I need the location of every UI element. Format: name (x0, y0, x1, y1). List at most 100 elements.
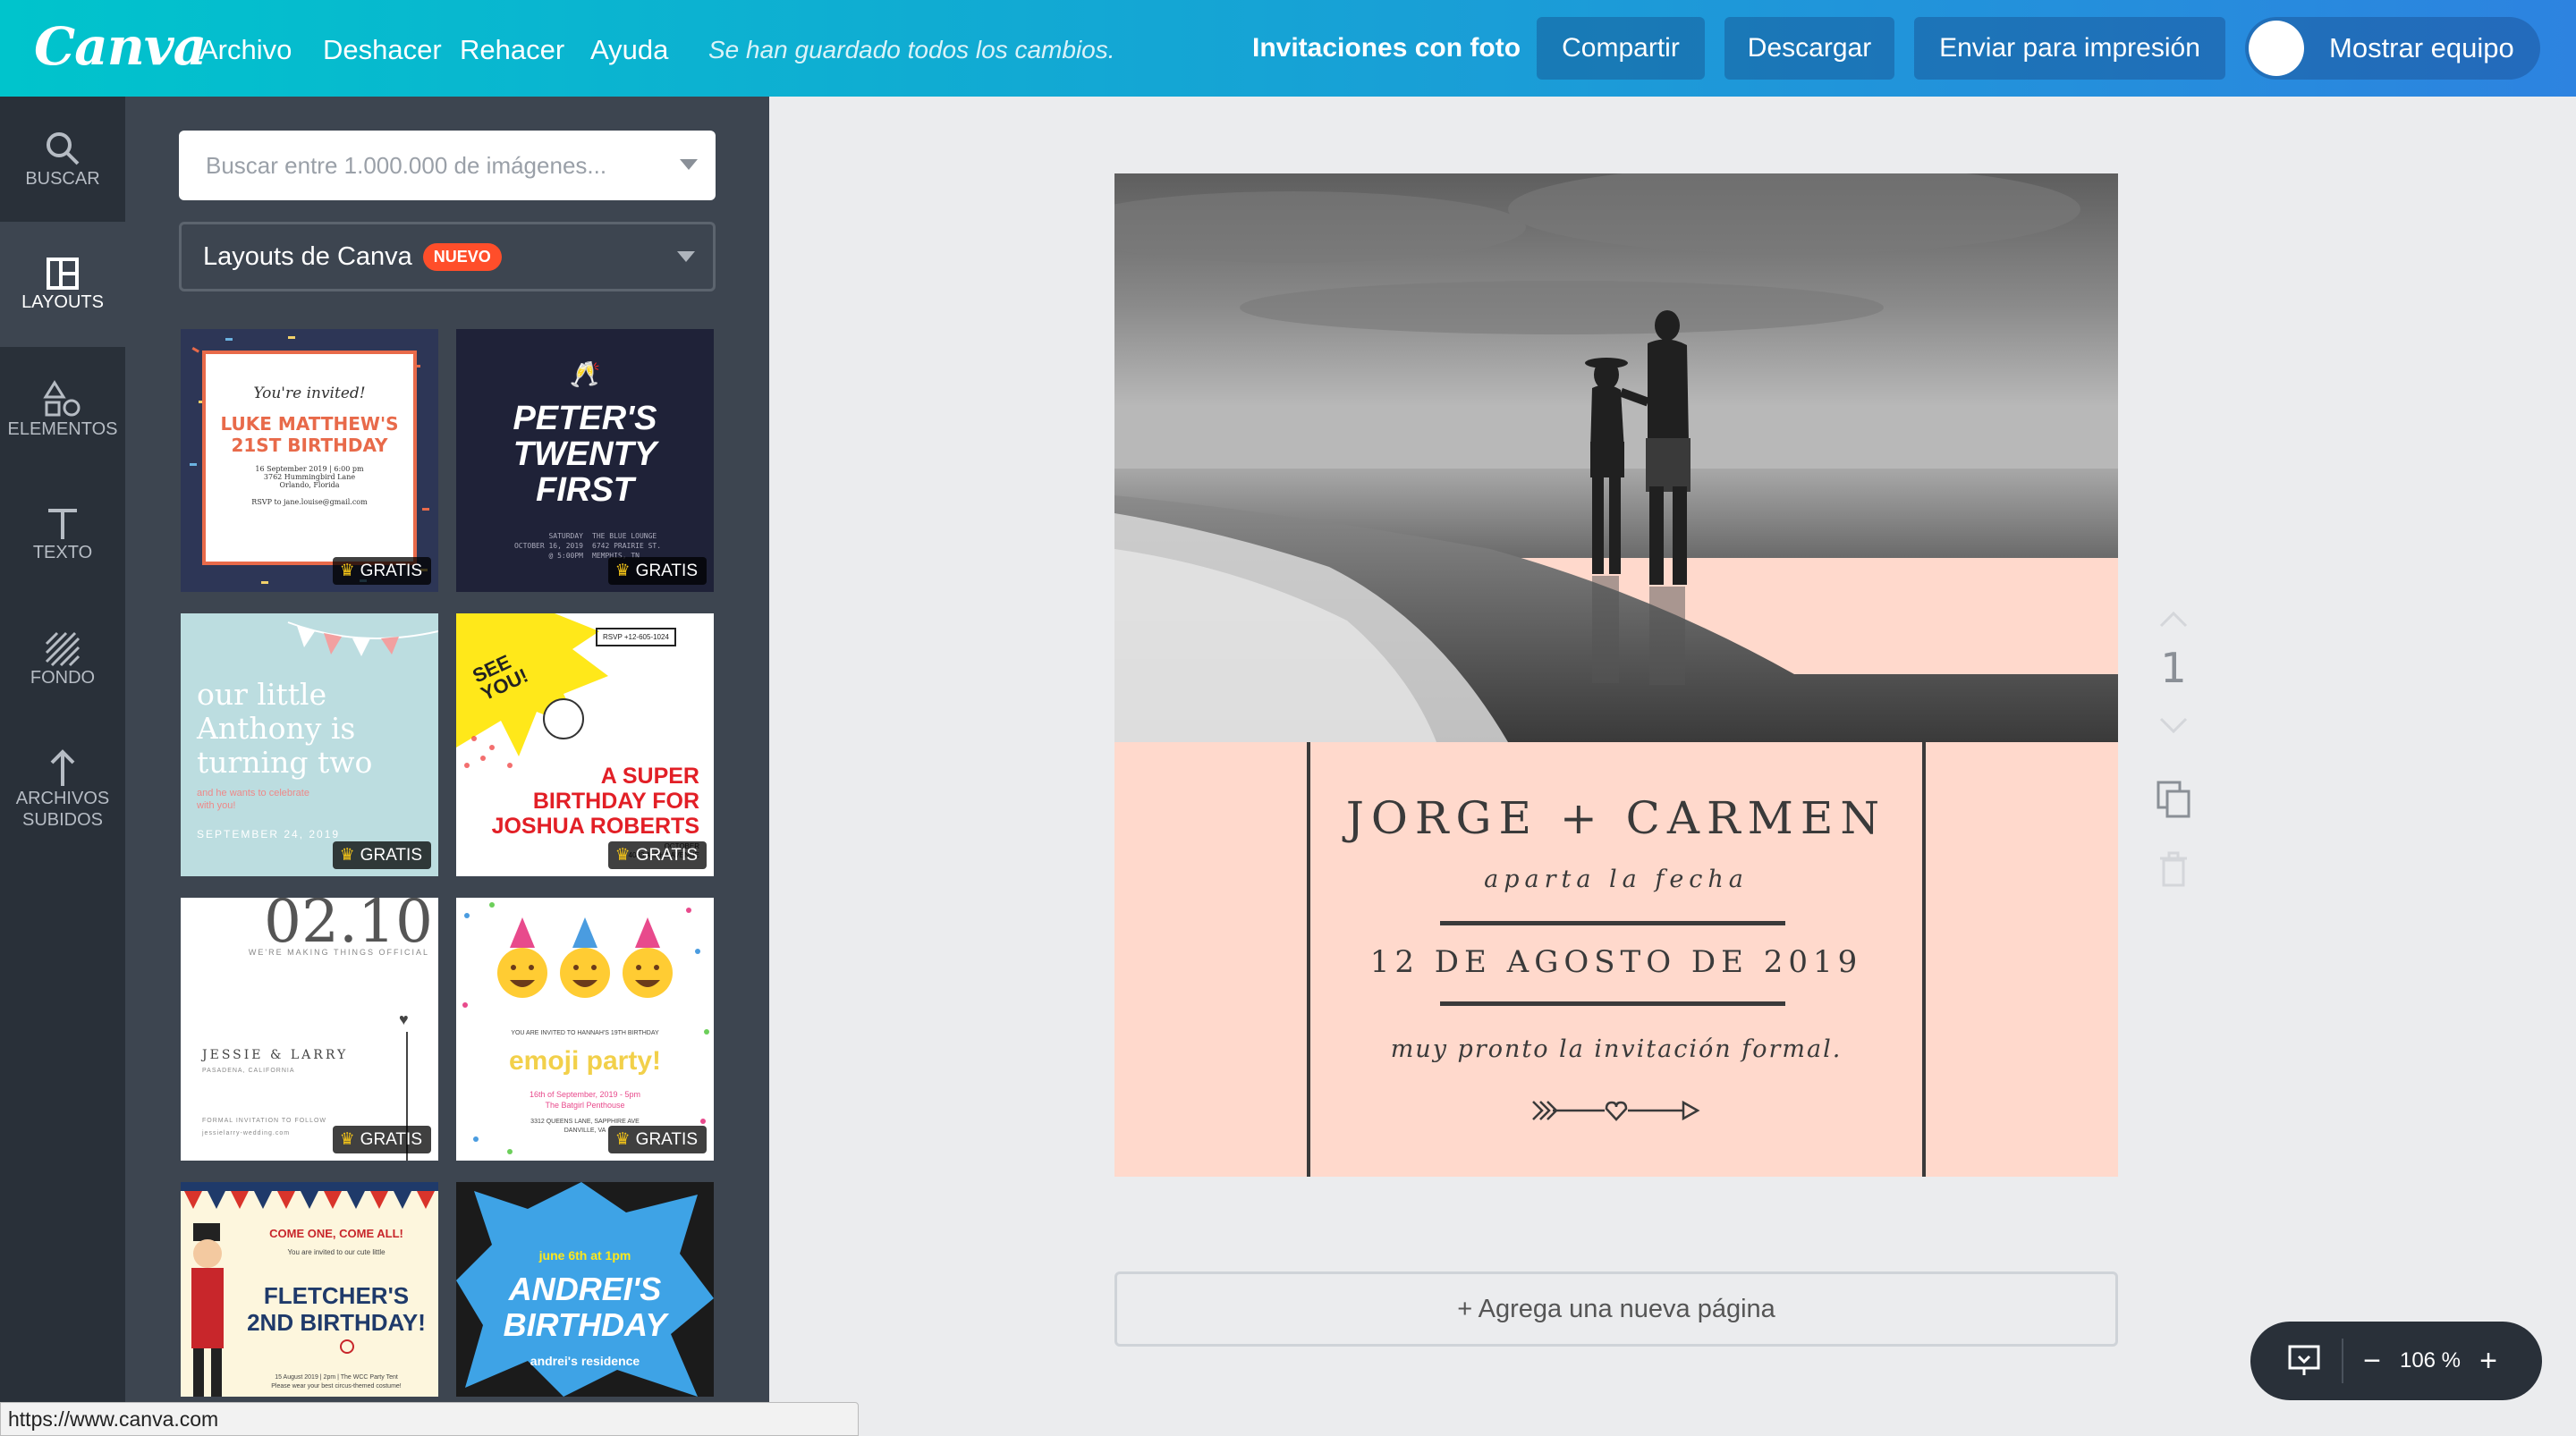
nav-texto[interactable]: TEXTO (0, 472, 125, 597)
template-fletcher-circus[interactable]: COME ONE, COME ALL! You are invited to o… (181, 1182, 438, 1397)
show-team-label: Mostrar equipo (2329, 32, 2514, 63)
delete-page-icon[interactable] (2159, 851, 2188, 887)
upload-icon (50, 749, 75, 786)
menu-deshacer[interactable]: Deshacer (323, 34, 442, 66)
text-icon (48, 509, 77, 539)
present-icon (2288, 1345, 2320, 1375)
template-text: THE BLUE LOUNGE (592, 532, 657, 540)
formal-invitation-note[interactable]: muy pronto la invitación formal. (1114, 1035, 2118, 1063)
design-page[interactable]: JORGE + CARMEN aparta la fecha 12 DE AGO… (1114, 173, 2118, 1177)
show-team-button[interactable]: Mostrar equipo (2245, 17, 2540, 80)
nav-label: ARCHIVOS SUBIDOS (15, 789, 110, 830)
template-text: A SUPER (600, 764, 699, 789)
template-text: 21ST BIRTHDAY (231, 435, 388, 456)
crown-icon: ♛ (614, 1130, 631, 1149)
template-emoji-party[interactable]: YOU ARE INVITED TO HANNAH'S 19TH BIRTHDA… (456, 898, 714, 1161)
move-page-up-icon[interactable] (2157, 610, 2190, 629)
layouts-dropdown[interactable]: Layouts de Canva NUEVO (179, 222, 716, 291)
template-anthony-turning-two[interactable]: our little Anthony is turning two and he… (181, 613, 438, 876)
template-text: TWENTY (513, 435, 657, 473)
template-text: SEPTEMBER 24, 2019 (197, 828, 341, 840)
gratis-badge: ♛ GRATIS (607, 841, 707, 869)
template-text: with you! (197, 800, 236, 811)
download-button[interactable]: Descargar (1724, 17, 1894, 80)
event-date[interactable]: 12 DE AGOSTO DE 2019 (1114, 944, 2118, 980)
couple-names[interactable]: JORGE + CARMEN (1114, 792, 2118, 844)
top-bar: Canva Archivo Deshacer Rehacer Ayuda Se … (0, 0, 2576, 97)
search-icon (47, 132, 80, 165)
beach-couple-photo[interactable] (1114, 173, 2118, 742)
gratis-badge: ♛ GRATIS (332, 1126, 431, 1153)
duplicate-page-icon[interactable] (2156, 780, 2191, 819)
separator (2342, 1339, 2343, 1383)
template-text: WE'RE MAKING THINGS OFFICIAL (248, 948, 429, 957)
gratis-badge: ♛ GRATIS (607, 557, 707, 585)
template-text: Orlando, Florida (279, 481, 340, 489)
template-text: 6742 PRAIRIE ST. (592, 542, 662, 550)
nav-archivos-subidos[interactable]: ARCHIVOS SUBIDOS (0, 722, 125, 857)
template-text: 3762 Hummingbird Lane (263, 473, 356, 481)
chevron-down-icon[interactable] (680, 159, 698, 170)
template-text: PETER'S (513, 400, 657, 437)
zoom-level[interactable]: 106 % (2390, 1348, 2470, 1373)
template-text: jessielarry-wedding.com (202, 1130, 291, 1136)
template-text: 16th of September, 2019 - 5pm (529, 1090, 641, 1099)
share-button[interactable]: Compartir (1537, 17, 1705, 80)
template-text: FORMAL INVITATION TO FOLLOW (202, 1118, 327, 1124)
gratis-badge: ♛ GRATIS (332, 841, 431, 869)
menu-ayuda[interactable]: Ayuda (590, 34, 668, 66)
document-title[interactable]: Invitaciones con foto (1252, 33, 1521, 63)
nav-label: LAYOUTS (21, 292, 104, 312)
crown-icon: ♛ (614, 562, 631, 580)
nav-label: FONDO (30, 668, 96, 688)
heart-icon: ♥ (399, 1010, 409, 1028)
search-placeholder: Buscar entre 1.000.000 de imágenes... (206, 151, 607, 179)
template-text: Please wear your best circus-themed cost… (271, 1383, 402, 1390)
template-text: FIRST (536, 471, 634, 509)
template-joshua-super-birthday[interactable]: SEE YOU! RSVP +12-605-1024 A SUPER BIRTH… (456, 613, 714, 876)
present-button[interactable] (2277, 1339, 2331, 1383)
nav-layouts[interactable]: LAYOUTS (0, 222, 125, 347)
nav-label: ELEMENTOS (7, 419, 118, 439)
template-text: turning two (197, 745, 373, 780)
arrow-heart-icon[interactable] (1531, 1098, 1701, 1123)
template-jessie-larry[interactable]: 02.10 WE'RE MAKING THINGS OFFICIAL ♥ JES… (181, 898, 438, 1161)
save-the-date-subtitle[interactable]: aparta la fecha (1114, 866, 2118, 893)
template-text: SATURDAY (548, 532, 583, 540)
nav-buscar[interactable]: BUSCAR (0, 97, 125, 222)
add-new-page-button[interactable]: + Agrega una nueva página (1114, 1271, 2118, 1347)
layouts-icon (47, 258, 79, 290)
status-url: https://www.canva.com (0, 1402, 859, 1436)
divider-line-top (1440, 921, 1785, 925)
template-text: 15 August 2019 | 2pm | The WCC Party Ten… (275, 1374, 398, 1381)
zoom-out-button[interactable]: − (2354, 1344, 2390, 1379)
template-text: and he wants to celebrate (197, 788, 309, 798)
template-text: 16 September 2019 | 6:00 pm (255, 465, 364, 473)
template-text: RSVP to jane.louise@gmail.com (251, 498, 368, 506)
new-badge: NUEVO (422, 242, 502, 271)
image-search-input[interactable]: Buscar entre 1.000.000 de imágenes... (179, 131, 716, 200)
move-page-down-icon[interactable] (2157, 715, 2190, 735)
canva-logo[interactable]: Canva (34, 16, 207, 77)
zoom-in-button[interactable]: + (2470, 1344, 2506, 1379)
shapes-icon (43, 380, 80, 417)
nav-elementos[interactable]: ELEMENTOS (0, 347, 125, 472)
template-luke-birthday[interactable]: You're invited! LUKE MATTHEW'S 21ST BIRT… (181, 329, 438, 592)
template-text: emoji party! (508, 1046, 662, 1076)
nav-fondo[interactable]: FONDO (0, 597, 125, 722)
chevron-down-icon (677, 251, 695, 262)
divider-line-bottom (1440, 1001, 1785, 1006)
menu-archivo[interactable]: Archivo (199, 34, 292, 66)
template-text: ANDREI'S (508, 1271, 662, 1307)
template-text: RSVP +12-605-1024 (596, 628, 676, 646)
print-button[interactable]: Enviar para impresión (1914, 17, 2225, 80)
left-nav: BUSCAR LAYOUTS ELEMENTOS TEXTO FONDO ARC… (0, 97, 125, 1436)
template-text: FLETCHER'S (263, 1282, 410, 1309)
template-peters-twenty-first[interactable]: 🥂 PETER'S TWENTY FIRST SATURDAY OCTOBER … (456, 329, 714, 592)
template-andrei-birthday[interactable]: june 6th at 1pm ANDREI'S BIRTHDAY andrei… (456, 1182, 714, 1397)
menu-rehacer[interactable]: Rehacer (460, 34, 564, 66)
avatar (2249, 21, 2304, 76)
cheers-icon: 🥂 (569, 360, 601, 388)
template-text: our little (197, 677, 327, 712)
template-text: 2ND BIRTHDAY! (247, 1309, 426, 1336)
